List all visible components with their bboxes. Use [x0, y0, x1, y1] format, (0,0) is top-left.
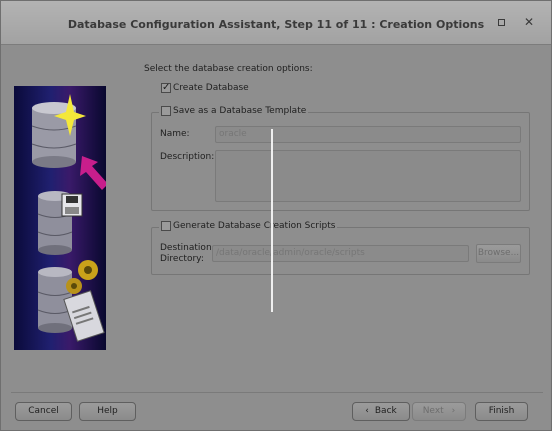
destination-directory-label: Destination Directory: [160, 243, 212, 265]
generate-scripts-label: Generate Database Creation Scripts [173, 221, 336, 231]
next-label: Next [422, 406, 444, 416]
minimize-icon: – [470, 15, 476, 29]
generate-scripts-checkbox[interactable] [161, 221, 171, 231]
wizard-illustration [14, 86, 106, 350]
save-template-checkbox[interactable] [161, 106, 171, 116]
text-cursor-artifact [271, 129, 273, 312]
scripts-legend[interactable]: Generate Database Creation Scripts [159, 221, 338, 231]
floppy-icon [61, 193, 83, 217]
template-name-field[interactable]: oracle [215, 126, 521, 143]
next-button[interactable]: Next › [412, 402, 466, 421]
back-arrow-icon: ‹ [365, 406, 369, 416]
template-description-label: Description: [160, 152, 215, 162]
checkbox-box[interactable]: ✓ [161, 83, 171, 93]
maximize-button[interactable] [492, 13, 510, 31]
template-name-label: Name: [160, 129, 190, 139]
back-label: Back [374, 406, 397, 416]
back-button[interactable]: ‹ Back [352, 402, 410, 421]
destination-label-line1: Destination [160, 243, 212, 253]
minimize-button[interactable]: – [464, 13, 482, 31]
cancel-button[interactable]: Cancel [15, 402, 72, 421]
browse-button[interactable]: Browse... [476, 244, 521, 263]
create-database-checkbox[interactable]: ✓ Create Database [161, 83, 249, 93]
destination-directory-field[interactable]: /data/oracle/admin/oracle/scripts [212, 245, 469, 262]
next-arrow-icon: › [451, 406, 456, 416]
save-template-label: Save as a Database Template [173, 106, 307, 116]
help-button[interactable]: Help [79, 402, 136, 421]
title-bar[interactable]: Database Configuration Assistant, Step 1… [1, 1, 551, 45]
dialog-window: Database Configuration Assistant, Step 1… [0, 0, 552, 431]
arrow-icon [80, 156, 106, 190]
footer-separator [11, 392, 543, 393]
options-prompt: Select the database creation options: [144, 64, 313, 74]
database-illustration [31, 94, 106, 342]
finish-button[interactable]: Finish [475, 402, 528, 421]
sql-document-icon [63, 290, 105, 342]
close-button[interactable]: ✕ [520, 13, 538, 31]
template-description-field[interactable] [215, 150, 521, 202]
create-database-label: Create Database [173, 83, 249, 93]
template-legend[interactable]: Save as a Database Template [159, 106, 309, 116]
maximize-icon [497, 19, 505, 26]
destination-label-line2: Directory: [160, 254, 204, 264]
close-icon: ✕ [523, 15, 535, 29]
